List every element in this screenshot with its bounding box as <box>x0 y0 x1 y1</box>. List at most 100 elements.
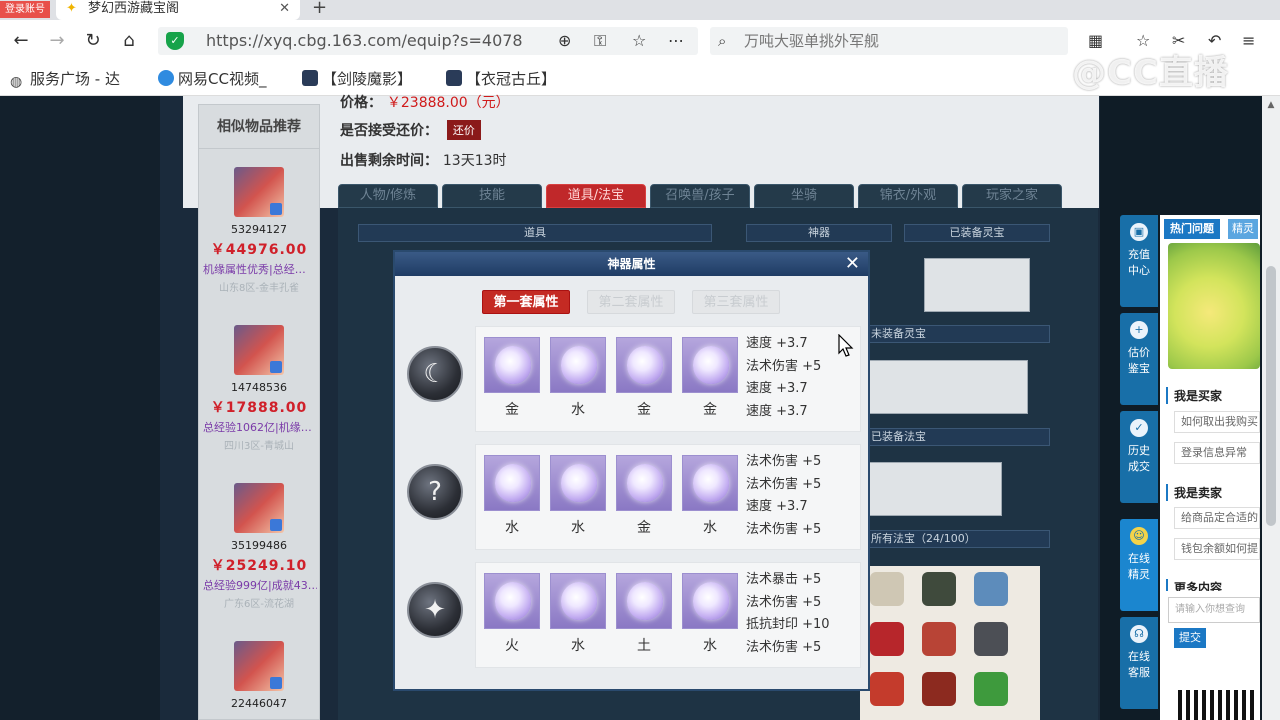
gem-icon[interactable] <box>550 455 606 511</box>
tab-player-home[interactable]: 玩家之家 <box>962 184 1062 208</box>
headset-icon: ☊ <box>1130 625 1148 643</box>
key-icon[interactable]: ⚿ <box>594 30 606 52</box>
gem-icon[interactable] <box>484 455 540 511</box>
fabao-item[interactable] <box>974 672 1008 706</box>
lingbao-slot[interactable] <box>924 258 1030 312</box>
sprite-avatar-icon: ☺ <box>1130 527 1148 545</box>
relic-row: 金 水 金 金 速度 +3.7 法术伤害 +5 速度 +3.7 速度 +3.7 <box>475 326 861 432</box>
fabao-item[interactable] <box>870 572 904 606</box>
counter-offer-button[interactable]: 还价 <box>446 120 481 140</box>
close-icon[interactable]: ✕ <box>845 252 860 276</box>
fabao-slot[interactable] <box>866 462 1002 516</box>
gem-icon[interactable] <box>616 337 672 393</box>
lingbao-slot[interactable] <box>866 360 1028 414</box>
gem-element: 水 <box>703 520 717 536</box>
online-service-tab[interactable]: ☊ 在线 客服 <box>1120 617 1158 709</box>
buyer-link[interactable]: 如何取出我购买 <box>1174 411 1260 433</box>
relic-row: 水 水 金 水 法术伤害 +5 法术伤害 +5 速度 +3.7 法术伤害 +5 <box>475 444 861 550</box>
more-icon[interactable]: ⋯ <box>668 30 684 52</box>
new-tab-icon[interactable]: + <box>312 0 327 17</box>
online-sprite-tab[interactable]: ☺ 在线 精灵 <box>1120 519 1158 611</box>
bookmark-star-icon[interactable]: ☆ <box>632 30 646 52</box>
seller-link[interactable]: 钱包余额如何提 <box>1174 538 1260 560</box>
gem-icon[interactable] <box>682 337 738 393</box>
tab-character[interactable]: 人物/修炼 <box>338 184 438 208</box>
security-shield-icon[interactable]: ✓ <box>166 32 184 50</box>
scroll-thumb[interactable] <box>1266 266 1276 526</box>
time-remaining-label: 出售剩余时间： <box>340 153 438 169</box>
dashen-icon <box>302 70 318 86</box>
mascot-image <box>1168 243 1260 369</box>
item-desc[interactable]: 机缘属性优秀|总经… <box>203 261 317 277</box>
fabao-item[interactable] <box>922 622 956 656</box>
gem-icon[interactable] <box>484 337 540 393</box>
tab-close-icon[interactable]: ✕ <box>279 0 290 18</box>
history-deals-tab[interactable]: ✓ 历史 成交 <box>1120 411 1158 503</box>
set-tab-3[interactable]: 第三套属性 <box>692 290 780 314</box>
search-text[interactable]: 万吨大驱单挑外军舰 <box>744 27 879 55</box>
fabao-item[interactable] <box>974 572 1008 606</box>
swirl-relic-icon[interactable]: ✦ <box>407 582 463 638</box>
gem-icon[interactable] <box>682 455 738 511</box>
search-box[interactable]: ⌕ 万吨大驱单挑外军舰 <box>710 27 1068 55</box>
help-tab-hot[interactable]: 热门问题 <box>1164 219 1220 239</box>
character-avatar[interactable] <box>234 483 284 533</box>
set-tab-1[interactable]: 第一套属性 <box>482 290 570 314</box>
fabao-item[interactable] <box>974 622 1008 656</box>
url-text[interactable]: https://xyq.cbg.163.com/equip?s=4078 <box>206 27 546 55</box>
bookmark-service-square[interactable]: ◍ 服务广场 - 达 <box>10 69 120 90</box>
login-badge[interactable]: 登录账号 <box>0 1 50 18</box>
address-bar[interactable]: ✓ https://xyq.cbg.163.com/equip?s=4078 ⊕… <box>158 27 698 55</box>
similar-item-card[interactable]: 53294127 ￥44976.00 机缘属性优秀|总经… 山东8区-金丰孔雀 <box>199 167 319 325</box>
item-desc[interactable]: 总经验1062亿|机缘… <box>203 419 317 435</box>
gem-icon[interactable] <box>484 573 540 629</box>
seller-link[interactable]: 给商品定合适的 <box>1174 507 1260 529</box>
character-avatar[interactable] <box>234 167 284 217</box>
dialog-header: 神器属性 ✕ <box>395 252 868 276</box>
gem-icon[interactable] <box>616 573 672 629</box>
help-submit-button[interactable]: 提交 <box>1174 628 1206 648</box>
page-scrollbar[interactable]: ▲ <box>1262 96 1280 720</box>
similar-item-card[interactable]: 35199486 ￥25249.10 总经验999亿|成就43… 广东6区-流花… <box>199 483 319 641</box>
home-icon[interactable]: ⌂ <box>118 30 140 52</box>
gem-icon[interactable] <box>550 573 606 629</box>
bookmark-sword-shadow[interactable]: 【剑陵魔影】 <box>302 69 412 89</box>
forward-icon[interactable]: → <box>46 30 68 52</box>
qr-code-image <box>1178 690 1258 720</box>
recharge-center-tab[interactable]: ▣ 充值 中心 <box>1120 215 1158 307</box>
buyer-link[interactable]: 登录信息异常 <box>1174 442 1260 464</box>
bookmark-cc-video[interactable]: 网易CC视频_ <box>158 69 266 89</box>
tab-skills[interactable]: 技能 <box>442 184 542 208</box>
fabao-item[interactable] <box>922 572 956 606</box>
similar-item-card[interactable]: 22446047 <box>199 641 319 719</box>
zoom-icon[interactable]: ⊕ <box>558 30 571 52</box>
moon-relic-icon[interactable]: ☾ <box>407 346 463 402</box>
item-desc[interactable]: 总经验999亿|成就43… <box>203 577 317 593</box>
character-avatar[interactable] <box>234 325 284 375</box>
help-search-input[interactable]: 请输入你想查询 <box>1168 597 1260 623</box>
gem-icon[interactable] <box>682 573 738 629</box>
scroll-up-icon[interactable]: ▲ <box>1262 96 1280 114</box>
reload-icon[interactable]: ↻ <box>82 30 104 52</box>
bookmark-ancient-hill[interactable]: 【衣冠古丘】 <box>446 69 556 89</box>
fabao-item[interactable] <box>922 672 956 706</box>
item-server: 广东6区-流花湖 <box>224 599 294 610</box>
appraisal-tab[interactable]: + 估价 鉴宝 <box>1120 313 1158 405</box>
fabao-item[interactable] <box>870 622 904 656</box>
gem-icon[interactable] <box>550 337 606 393</box>
fabao-item[interactable] <box>870 672 904 706</box>
attribute-text: 法术伤害 +5 <box>746 521 822 537</box>
seller-section-title: 我是卖家 <box>1166 484 1222 501</box>
character-avatar[interactable] <box>234 641 284 691</box>
gem-icon[interactable] <box>616 455 672 511</box>
browser-tab[interactable]: ✦ 梦幻西游藏宝阁 ✕ <box>56 0 300 20</box>
similar-item-card[interactable]: 14748536 ￥17888.00 总经验1062亿|机缘… 四川3区-青城山 <box>199 325 319 483</box>
question-relic-icon[interactable]: ? <box>407 464 463 520</box>
tab-mounts[interactable]: 坐骑 <box>754 184 854 208</box>
back-icon[interactable]: ← <box>10 30 32 52</box>
help-tab-sprite[interactable]: 精灵 <box>1228 219 1258 239</box>
set-tab-2[interactable]: 第二套属性 <box>587 290 675 314</box>
tab-appearance[interactable]: 锦衣/外观 <box>858 184 958 208</box>
tab-pets[interactable]: 召唤兽/孩子 <box>650 184 750 208</box>
tab-items-fabao[interactable]: 道具/法宝 <box>546 184 646 208</box>
